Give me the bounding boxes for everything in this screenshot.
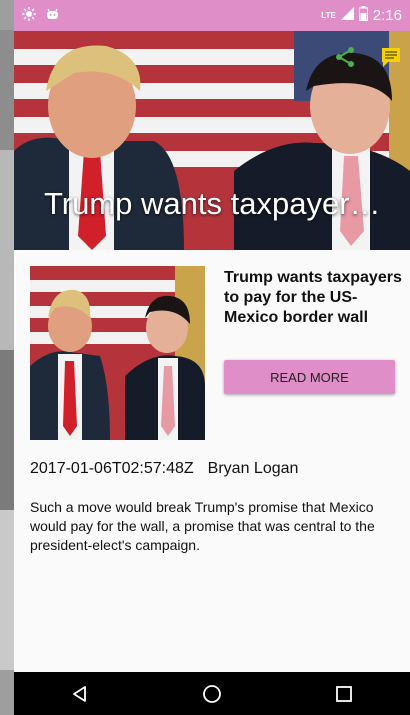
share-icon[interactable]	[334, 46, 356, 68]
background-app-strip	[0, 0, 14, 715]
network-type-label: LTE	[321, 11, 336, 20]
read-more-button[interactable]: READ MORE	[224, 360, 395, 394]
article-thumbnail[interactable]	[30, 266, 205, 440]
hero-title: Trump wants taxpayers to pay for the US-…	[44, 186, 394, 221]
status-bar: LTE 2:16	[14, 0, 410, 31]
article-meta: 2017-01-06T02:57:48Z Bryan Logan	[30, 460, 298, 478]
navigation-bar	[14, 672, 410, 715]
article-date: 2017-01-06T02:57:48Z	[30, 460, 194, 477]
brightness-icon	[22, 7, 36, 24]
home-icon[interactable]	[192, 674, 232, 714]
signal-icon	[340, 7, 354, 24]
article-author: Bryan Logan	[207, 460, 299, 477]
article-headline: Trump wants taxpayers to pay for the US-…	[224, 269, 402, 326]
battery-icon	[358, 6, 368, 25]
article-description: Such a move would break Trump's promise …	[30, 499, 375, 553]
app-screen: LTE 2:16 Trump wants taxpayers t Trump w…	[14, 0, 410, 715]
status-time: 2:16	[372, 7, 402, 24]
comment-icon[interactable]	[380, 46, 402, 68]
android-icon	[46, 8, 59, 24]
recents-icon[interactable]	[324, 674, 364, 714]
back-icon[interactable]	[60, 674, 100, 714]
